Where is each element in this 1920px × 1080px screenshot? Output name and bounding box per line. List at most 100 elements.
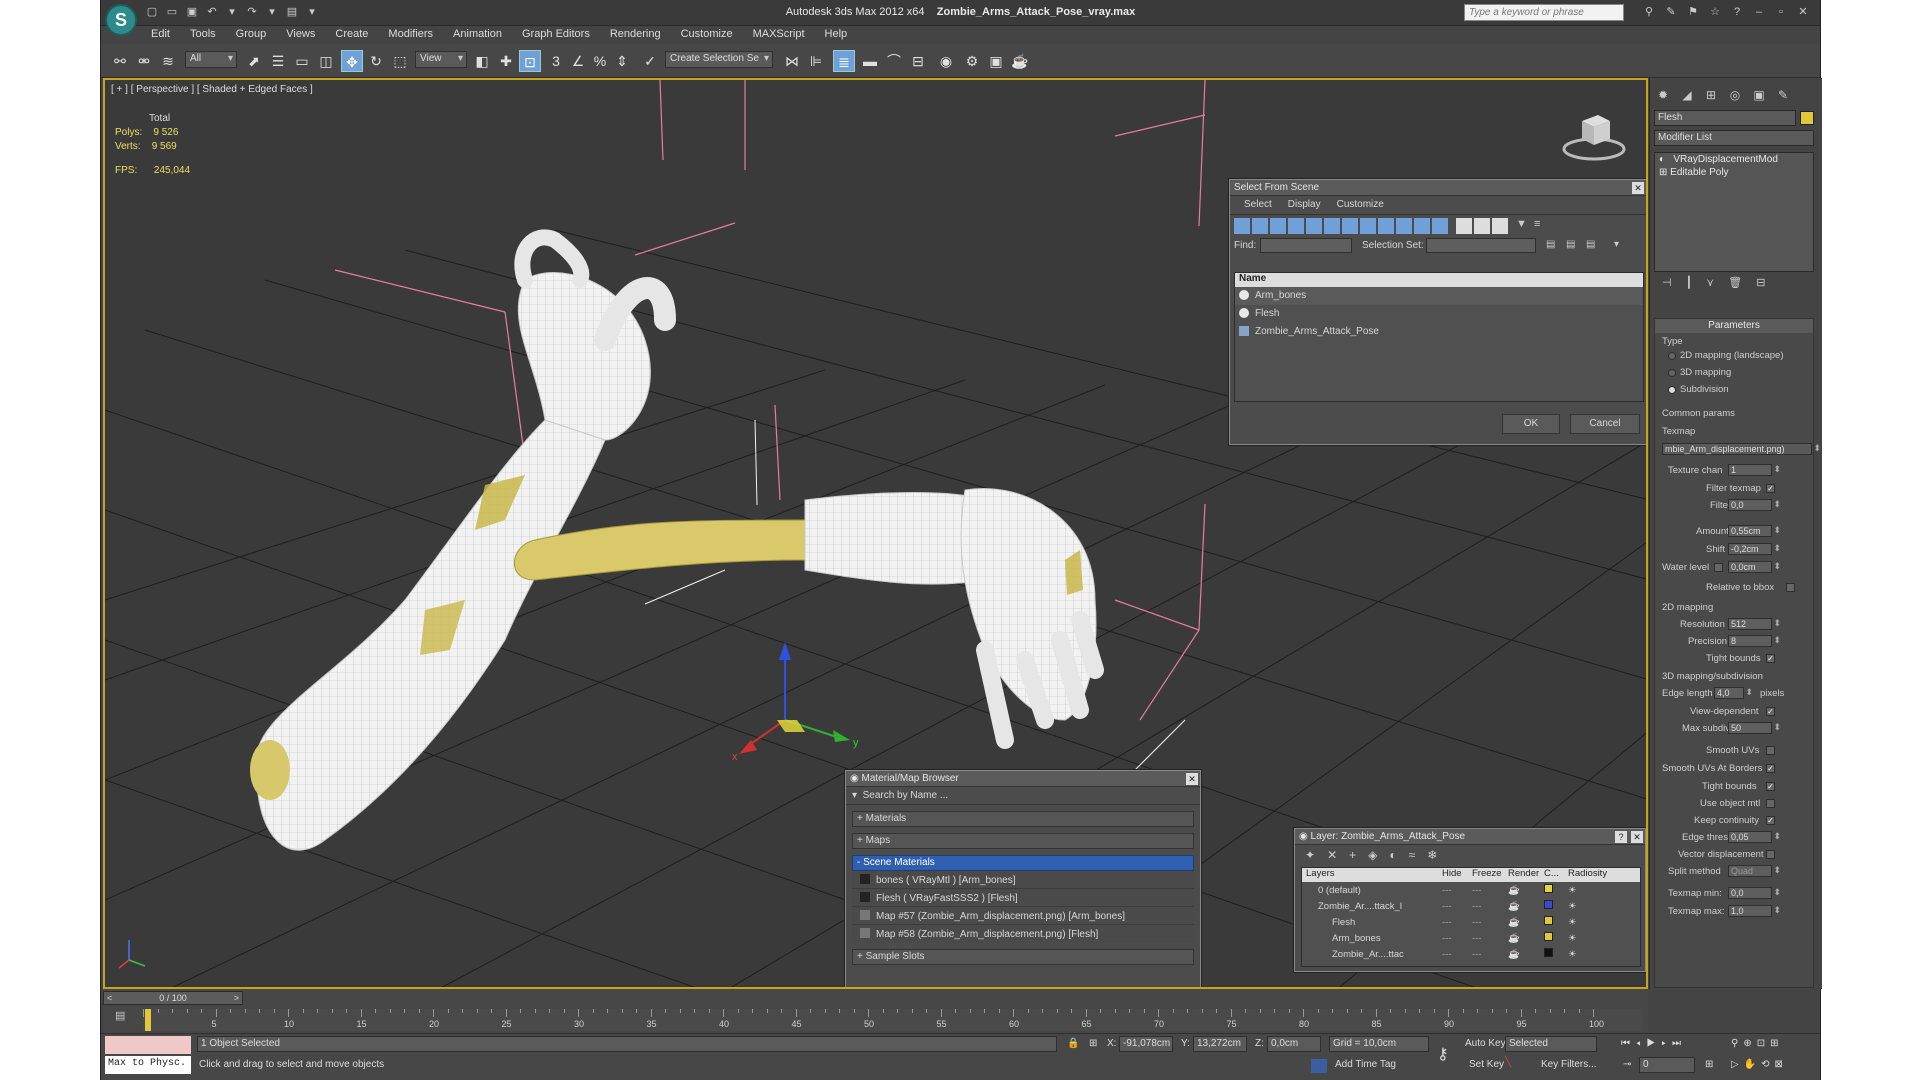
parameters-rollout-header[interactable]: Parameters (1655, 319, 1813, 333)
current-frame-field[interactable]: 0 (1639, 1057, 1695, 1073)
menu-group[interactable]: Group (226, 26, 277, 44)
column-freeze[interactable]: Freeze (1472, 868, 1508, 882)
column-radiosity[interactable]: Radiosity (1568, 868, 1628, 882)
radiosity-icon[interactable]: ☀ (1568, 885, 1628, 896)
render-teapot-icon[interactable]: ☕ (1508, 917, 1544, 928)
close-icon[interactable]: ✕ (1632, 182, 1644, 194)
zoom-extents-icon[interactable]: ⊡ (1757, 1038, 1770, 1049)
radio-3d-mapping[interactable] (1668, 369, 1676, 377)
tight-bounds-2d-checkbox[interactable]: ✓ (1766, 654, 1775, 663)
list-item[interactable]: Arm_bones (1235, 287, 1643, 305)
hide-toggle[interactable]: --- (1442, 949, 1472, 960)
maximize-viewport-icon[interactable]: ⊠ (1775, 1059, 1788, 1070)
mirror-icon[interactable]: ⋈ (781, 50, 803, 72)
select-and-move-icon[interactable]: ✥ (341, 50, 363, 72)
hide-toggle[interactable]: --- (1442, 933, 1472, 944)
right-forearm-mesh[interactable] (804, 492, 986, 585)
selection-set-dropdown[interactable] (1426, 238, 1536, 253)
y-coordinate-field[interactable]: 13,272cm (1193, 1036, 1247, 1052)
display-lights-icon[interactable] (1270, 218, 1286, 234)
water-level-checkbox[interactable] (1714, 563, 1723, 572)
close-icon[interactable]: ✕ (1186, 773, 1198, 785)
radio-2d-mapping[interactable] (1668, 352, 1676, 360)
menu-rendering[interactable]: Rendering (600, 26, 671, 44)
menu-customize[interactable]: Customize (671, 26, 743, 44)
options-dropdown-icon[interactable]: ▾ (852, 790, 857, 801)
time-slider[interactable]: < 0 / 100 > (103, 991, 243, 1005)
curve-editor-icon[interactable]: ⌒ (883, 50, 905, 72)
goto-end-icon[interactable]: ⏭ (1672, 1038, 1687, 1049)
table-row[interactable]: Flesh --- --- ☕ ☀ (1302, 914, 1640, 930)
move-gizmo[interactable]: y x (732, 642, 859, 763)
time-configuration-icon[interactable]: ⊞ (1705, 1059, 1713, 1070)
render-setup-icon[interactable]: ⚙ (961, 50, 983, 72)
list-item[interactable]: bones ( VRayMtl ) [Arm_bones] (852, 871, 1194, 889)
percent-snap-icon[interactable]: % (589, 50, 611, 72)
link-icon[interactable]: ⚯ (109, 50, 131, 72)
display-none-icon[interactable] (1474, 218, 1490, 234)
select-and-scale-icon[interactable]: ⬚ (389, 50, 411, 72)
radiosity-icon[interactable]: ☀ (1568, 901, 1628, 912)
goto-start-icon[interactable]: ⏮ (1621, 1038, 1636, 1049)
hierarchy-tab-icon[interactable]: ⊞ (1702, 86, 1720, 104)
help-icon[interactable]: ? (1730, 5, 1744, 19)
play-icon[interactable]: ▶ (1647, 1038, 1662, 1049)
menu-create[interactable]: Create (325, 26, 378, 44)
select-dialog-titlebar[interactable]: Select From Scene ✕ (1230, 180, 1646, 196)
use-object-mtl-checkbox[interactable] (1766, 799, 1775, 808)
set-key-button[interactable]: Set Key (1469, 1059, 1504, 1070)
display-all-icon[interactable] (1456, 218, 1472, 234)
table-row[interactable]: 0 (default) --- --- ☕ ☀ (1302, 882, 1640, 898)
hide-toggle[interactable]: --- (1442, 917, 1472, 928)
display-bones-icon[interactable] (1378, 218, 1394, 234)
edit-named-selection-icon[interactable]: ✓ (639, 50, 661, 72)
display-shapes-icon[interactable] (1252, 218, 1268, 234)
hide-toggle[interactable]: --- (1442, 885, 1472, 896)
filter-texmap-checkbox[interactable]: ✓ (1766, 484, 1775, 493)
radio-subdivision[interactable] (1668, 386, 1676, 394)
freeze-toggle[interactable]: --- (1472, 885, 1508, 896)
maps-group-header[interactable]: + Maps (852, 833, 1194, 849)
tools-icon[interactable]: ✎ (1664, 5, 1678, 19)
auto-key-button[interactable]: Auto Key (1465, 1038, 1506, 1049)
smooth-uvs-borders-checkbox[interactable]: ✓ (1766, 764, 1775, 773)
list-item[interactable]: Zombie_Arms_Attack_Pose (1235, 323, 1643, 341)
render-production-icon[interactable]: ☕ (1009, 50, 1031, 72)
reference-coordinate-dropdown[interactable]: View (415, 51, 467, 68)
menu-animation[interactable]: Animation (443, 26, 512, 44)
water-level-spinner[interactable]: 0,0cm (1728, 561, 1781, 573)
display-hidden-icon[interactable] (1432, 218, 1448, 234)
delete-layer-icon[interactable]: ✕ (1327, 848, 1337, 862)
create-set-icon[interactable]: ▤ (1546, 239, 1555, 250)
pivot-center-icon[interactable]: ◧ (471, 50, 493, 72)
add-time-tag-button[interactable]: Add Time Tag (1335, 1059, 1396, 1070)
zoom-extents-all-icon[interactable]: ⊞ (1770, 1038, 1783, 1049)
add-to-set-icon[interactable]: ▤ (1566, 239, 1575, 250)
menu-edit[interactable]: Edit (141, 26, 180, 44)
layer-color-swatch[interactable] (1544, 916, 1553, 925)
relative-bbox-checkbox[interactable] (1786, 583, 1795, 592)
select-by-name-icon[interactable]: ☰ (267, 50, 289, 72)
freeze-toggle[interactable]: --- (1472, 949, 1508, 960)
remove-modifier-icon[interactable]: 🗑 (1728, 276, 1742, 294)
precision-spinner[interactable]: 8 (1728, 635, 1781, 647)
unlink-icon[interactable]: ⚮ (133, 50, 155, 72)
track-bar-icon[interactable]: ▤ (115, 1009, 131, 1025)
object-name-field[interactable]: Flesh (1654, 110, 1796, 126)
column-render[interactable]: Render (1508, 868, 1544, 882)
expand-plus-icon[interactable]: ⊞ (1659, 167, 1667, 178)
column-hide[interactable]: Hide (1442, 868, 1472, 882)
favorites-star-icon[interactable]: ☆ (1708, 5, 1722, 19)
material-search-input[interactable]: Search by Name ... (863, 790, 949, 801)
highlight-layer-icon[interactable]: ◐ (1389, 848, 1396, 862)
display-frozen-icon[interactable] (1414, 218, 1430, 234)
communication-icon[interactable]: ⚑ (1686, 5, 1700, 19)
pan-icon[interactable]: ✋ (1744, 1059, 1761, 1070)
spinner-snap-icon[interactable]: ⇕ (611, 50, 633, 72)
maximize-icon[interactable]: ▫ (1774, 5, 1788, 19)
tight-bounds-checkbox[interactable]: ✓ (1766, 782, 1775, 791)
select-menu-display[interactable]: Display (1288, 199, 1321, 211)
select-menu-select[interactable]: Select (1244, 199, 1272, 211)
select-menu-customize[interactable]: Customize (1337, 199, 1384, 211)
display-invert-icon[interactable] (1492, 218, 1508, 234)
